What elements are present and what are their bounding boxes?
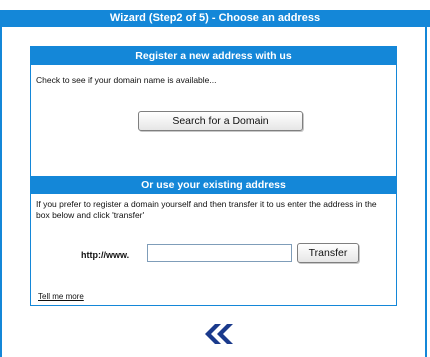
transfer-button[interactable]: Transfer — [297, 243, 359, 263]
domain-address-input[interactable] — [147, 244, 292, 262]
register-section-heading: Register a new address with us — [31, 47, 396, 65]
url-prefix-label: http://www. — [81, 250, 130, 260]
existing-section-heading: Or use your existing address — [31, 176, 396, 194]
wizard-title: Wizard (Step2 of 5) - Choose an address — [109, 12, 321, 24]
double-chevron-left-icon — [205, 324, 233, 344]
tell-me-more-link[interactable]: Tell me more — [38, 292, 84, 301]
back-button[interactable] — [201, 322, 235, 346]
wizard-title-bar: Wizard (Step2 of 5) - Choose an address — [0, 10, 430, 27]
search-domain-button[interactable]: Search for a Domain — [138, 111, 303, 131]
register-description: Check to see if your domain name is avai… — [36, 75, 217, 85]
existing-heading-text: Or use your existing address — [141, 179, 286, 191]
address-options-panel: Register a new address with us Check to … — [30, 46, 397, 306]
register-heading-text: Register a new address with us — [135, 50, 292, 62]
existing-description: If you prefer to register a domain yours… — [36, 199, 377, 220]
